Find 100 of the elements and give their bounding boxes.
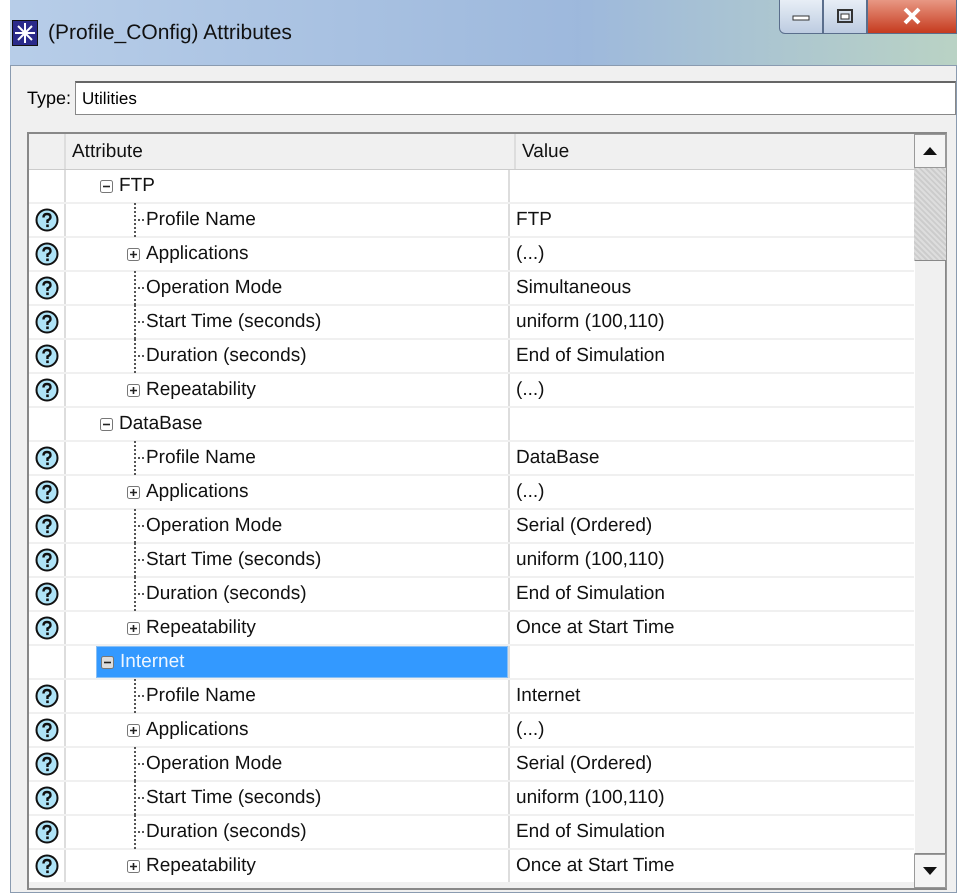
tree-row[interactable]: Profile Name FTP — [29, 204, 914, 238]
help-icon[interactable] — [34, 684, 58, 708]
help-icon[interactable] — [34, 378, 58, 402]
attribute-name: Applications — [146, 481, 248, 503]
attribute-name: Profile Name — [146, 447, 256, 469]
group-name: Internet — [120, 651, 184, 673]
tree-row[interactable]: Operation Mode Simultaneous — [29, 272, 914, 306]
attribute-name: Operation Mode — [146, 277, 282, 299]
value-text: Internet — [516, 685, 580, 707]
attribute-name: Start Time (seconds) — [146, 787, 322, 809]
value-text: Once at Start Time — [516, 855, 674, 877]
tree-row[interactable]: Applications (...) — [29, 238, 914, 272]
help-icon[interactable] — [34, 310, 58, 334]
attribute-name: Repeatability — [146, 617, 256, 639]
up-arrow-icon — [923, 147, 937, 155]
down-arrow-icon — [923, 867, 937, 875]
close-button[interactable] — [867, 0, 957, 34]
attribute-name: Repeatability — [146, 855, 256, 877]
column-header[interactable]: Value — [516, 134, 914, 169]
expand-icon[interactable] — [127, 248, 140, 260]
help-icon[interactable] — [34, 276, 58, 300]
value-text: Serial (Ordered) — [516, 515, 652, 537]
value-text: FTP — [516, 209, 552, 231]
help-icon[interactable] — [34, 786, 58, 810]
value-text: Once at Start Time — [516, 617, 674, 639]
value-text: Serial (Ordered) — [516, 753, 652, 775]
tree-row[interactable]: Applications (...) — [29, 476, 914, 510]
value-text: DataBase — [516, 447, 600, 469]
scroll-down-button[interactable] — [914, 854, 946, 888]
tree-row[interactable]: DataBase — [29, 408, 914, 442]
tree-row[interactable]: Duration (seconds) End of Simulation — [29, 340, 914, 374]
attribute-name: Repeatability — [146, 379, 256, 401]
attribute-name: Applications — [146, 243, 248, 265]
tree-row[interactable]: Operation Mode Serial (Ordered) — [29, 510, 914, 544]
value-text: Simultaneous — [516, 277, 632, 299]
tree-group-row[interactable]: FTP — [96, 171, 508, 201]
maximize-icon — [836, 8, 854, 24]
tree-row[interactable]: Duration (seconds) End of Simulation — [29, 816, 914, 850]
attribute-name: Start Time (seconds) — [146, 311, 322, 333]
type-field[interactable]: Utilities — [75, 81, 956, 115]
help-icon[interactable] — [34, 242, 58, 266]
expand-icon[interactable] — [127, 384, 140, 396]
star-icon — [12, 20, 38, 46]
attribute-name: Start Time (seconds) — [146, 549, 322, 571]
value-text: End of Simulation — [516, 345, 665, 367]
value-text: End of Simulation — [516, 821, 665, 843]
scroll-up-button[interactable] — [914, 134, 946, 168]
value-text: uniform (100,110) — [516, 311, 665, 333]
value-text: (...) — [516, 379, 544, 401]
help-icon[interactable] — [34, 344, 58, 368]
attribute-name: Duration (seconds) — [146, 345, 307, 367]
value-text: End of Simulation — [516, 583, 665, 605]
help-icon[interactable] — [34, 582, 58, 606]
help-icon[interactable] — [34, 514, 58, 538]
tree-row[interactable]: FTP — [29, 170, 914, 204]
help-icon[interactable] — [34, 820, 58, 844]
tree-row[interactable]: Repeatability (...) — [29, 374, 914, 408]
tree-row[interactable]: Repeatability Once at Start Time — [29, 850, 914, 884]
expand-icon[interactable] — [127, 622, 140, 634]
tree-row[interactable]: Repeatability Once at Start Time — [29, 612, 914, 646]
tree-row[interactable]: Start Time (seconds) uniform (100,110) — [29, 544, 914, 578]
help-icon[interactable] — [34, 854, 58, 878]
tree-row[interactable]: Profile Name Internet — [29, 680, 914, 714]
attribute-name: Duration (seconds) — [146, 821, 307, 843]
tree-row[interactable]: Duration (seconds) End of Simulation — [29, 578, 914, 612]
minimize-button[interactable] — [779, 0, 823, 34]
value-text: (...) — [516, 719, 544, 741]
group-name: FTP — [119, 175, 155, 197]
expand-icon[interactable] — [127, 486, 140, 498]
attribute-name: Profile Name — [146, 685, 256, 707]
help-icon[interactable] — [34, 446, 58, 470]
value-text: (...) — [516, 243, 544, 265]
attribute-name: Operation Mode — [146, 753, 282, 775]
help-icon[interactable] — [34, 480, 58, 504]
help-icon[interactable] — [34, 718, 58, 742]
attribute-name: Operation Mode — [146, 515, 282, 537]
help-icon[interactable] — [34, 208, 58, 232]
value-text: uniform (100,110) — [516, 787, 665, 809]
collapse-icon[interactable] — [100, 180, 113, 192]
collapse-icon[interactable] — [101, 656, 114, 668]
help-icon[interactable] — [34, 752, 58, 776]
attribute-name: Applications — [146, 719, 248, 741]
collapse-icon[interactable] — [100, 418, 113, 430]
type-label: Type: — [27, 88, 72, 108]
tree-row[interactable]: Start Time (seconds) uniform (100,110) — [29, 306, 914, 340]
tree-row[interactable]: Operation Mode Serial (Ordered) — [29, 748, 914, 782]
attribute-name: Profile Name — [146, 209, 256, 231]
tree-row[interactable]: Applications (...) — [29, 714, 914, 748]
expand-icon[interactable] — [127, 860, 140, 872]
tree-row[interactable]: Profile Name DataBase — [29, 442, 914, 476]
help-icon[interactable] — [34, 616, 58, 640]
value-text: (...) — [516, 481, 544, 503]
maximize-button[interactable] — [823, 0, 867, 34]
expand-icon[interactable] — [127, 724, 140, 736]
window-title: (Profile_COnfig) Attributes — [48, 20, 292, 44]
tree-group-row[interactable]: DataBase — [96, 409, 508, 439]
help-icon[interactable] — [34, 548, 58, 572]
group-name: DataBase — [119, 413, 202, 435]
close-icon — [901, 7, 923, 25]
tree-row[interactable]: Start Time (seconds) uniform (100,110) — [29, 782, 914, 816]
